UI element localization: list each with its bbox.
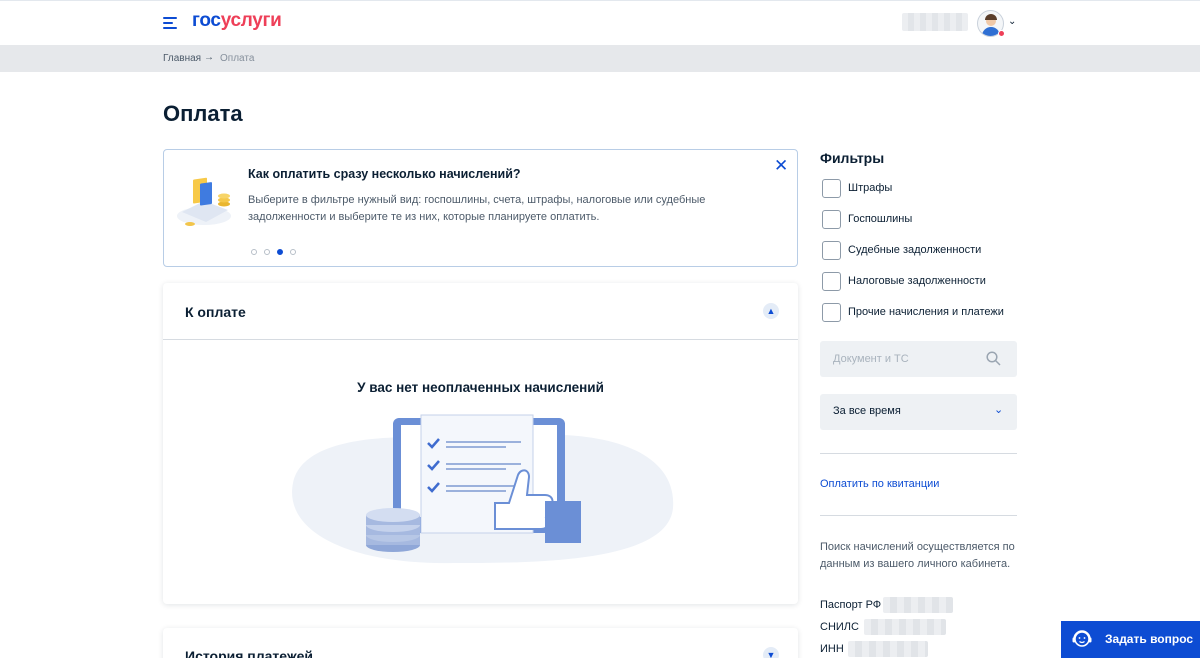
inn-label: ИНН: [820, 643, 844, 655]
carousel-dot[interactable]: [264, 249, 270, 255]
checkbox[interactable]: [822, 210, 841, 229]
notification-dot: [998, 30, 1005, 37]
snils-label: СНИЛС: [820, 621, 859, 633]
checkbox[interactable]: [822, 303, 841, 322]
top-header: госуслуги ⌄: [0, 0, 1200, 45]
arrow-right-icon: →: [204, 52, 214, 63]
period-select[interactable]: За все время ⌄: [820, 394, 1017, 430]
empty-state-illustration: [292, 414, 674, 564]
coins-documents-illustration: [177, 177, 231, 226]
search-info-note: Поиск начислений осуществляется по данны…: [820, 541, 1015, 570]
payment-section: К оплате ▲ У вас нет неоплаченных начисл…: [163, 283, 798, 604]
checkbox[interactable]: [822, 272, 841, 291]
gosuslugi-logo[interactable]: госуслуги: [192, 10, 282, 32]
search-icon[interactable]: [986, 351, 1001, 366]
chevron-up-icon[interactable]: ▲: [763, 303, 779, 319]
empty-state-message: У вас нет неоплаченных начислений: [357, 380, 604, 395]
page-title: Оплата: [163, 101, 243, 126]
divider: [820, 453, 1017, 454]
chevron-down-icon: ⌄: [994, 404, 1004, 416]
user-name-redacted[interactable]: [902, 13, 968, 31]
inn-value-redacted: [848, 641, 928, 657]
breadcrumb-current: Оплата: [220, 53, 255, 64]
divider: [820, 515, 1017, 516]
period-select-value: За все время: [833, 405, 901, 417]
snils-value-redacted: [864, 619, 946, 635]
payment-history-title[interactable]: История платежей: [185, 648, 313, 658]
chevron-down-icon[interactable]: ⌄: [1008, 16, 1016, 27]
breadcrumb-home-link[interactable]: Главная: [163, 53, 201, 64]
close-icon[interactable]: ✕: [774, 156, 788, 176]
passport-label: Паспорт РФ: [820, 599, 882, 611]
banner-title: Как оплатить сразу несколько начислений?: [248, 167, 521, 181]
carousel-dots: [251, 242, 303, 260]
pay-by-receipt-link[interactable]: Оплатить по квитанции: [820, 478, 939, 490]
checkbox[interactable]: [822, 241, 841, 260]
checkbox[interactable]: [822, 179, 841, 198]
filters-title: Фильтры: [820, 150, 885, 166]
divider: [163, 339, 798, 340]
support-agent-icon: [1072, 630, 1092, 647]
chevron-down-icon[interactable]: ▼: [763, 647, 779, 658]
carousel-dot[interactable]: [251, 249, 257, 255]
passport-value-redacted: [883, 597, 953, 613]
payment-history-section: История платежей ▼: [163, 628, 798, 658]
banner-text: Выберите в фильтре нужный вид: госпошлин…: [248, 194, 706, 223]
menu-icon[interactable]: [163, 15, 181, 31]
payment-section-title[interactable]: К оплате: [185, 304, 246, 320]
carousel-dot[interactable]: [290, 249, 296, 255]
carousel-dot-active[interactable]: [277, 249, 283, 255]
ask-question-label: Задать вопрос: [1105, 632, 1194, 646]
ask-question-button[interactable]: Задать вопрос: [1061, 621, 1200, 658]
info-banner: Как оплатить сразу несколько начислений?…: [163, 149, 798, 267]
breadcrumb: Главная → Оплата: [0, 45, 1200, 72]
